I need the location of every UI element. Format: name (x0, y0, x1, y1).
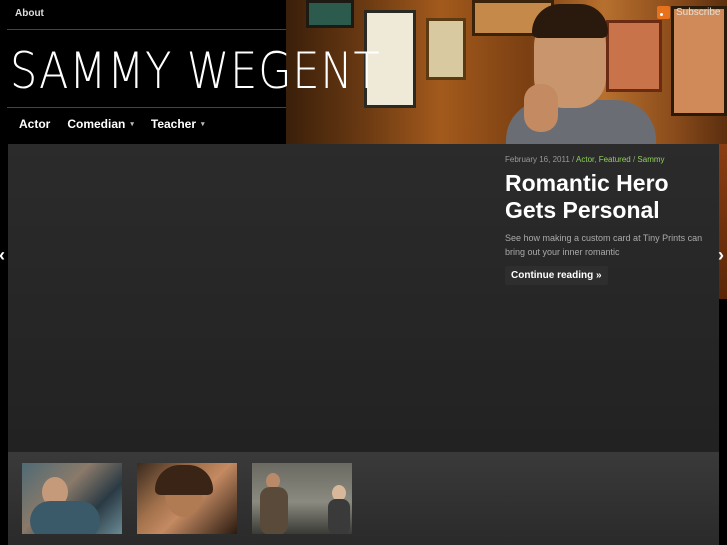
slider-prev-arrow-icon[interactable]: ‹ (0, 245, 5, 266)
main-nav: Actor Comedian ▾ Teacher ▾ (19, 117, 222, 131)
thumb-figure (155, 465, 213, 495)
post-date: February 16, 2011 (505, 155, 570, 164)
thumb-figure (260, 487, 288, 534)
category-link-featured[interactable]: Featured (599, 155, 631, 164)
person-hand (524, 84, 558, 132)
slider-thumbnail-3[interactable] (252, 463, 352, 534)
slider-thumbnail-1[interactable] (22, 463, 122, 534)
site-title[interactable]: SAMMY WEGENT (10, 42, 381, 100)
thumb-figure (328, 499, 350, 534)
thumb-figure (30, 501, 100, 534)
top-nav-about[interactable]: About (15, 8, 44, 19)
subscribe-label: Subscribe (676, 7, 721, 18)
wall-frame (426, 18, 466, 80)
featured-slider: February 16, 2011 / Actor, Featured / Sa… (8, 144, 719, 452)
nav-item-label: Teacher (150, 117, 197, 131)
nav-item-teacher[interactable]: Teacher ▾ (151, 117, 205, 131)
nav-item-comedian[interactable]: Comedian ▾ (67, 117, 134, 131)
thumbnail-strip (8, 452, 719, 545)
slider-next-arrow-icon[interactable]: › (718, 245, 724, 266)
post-title[interactable]: Romantic Hero Gets Personal (505, 170, 705, 224)
category-link-actor[interactable]: Actor (576, 155, 594, 164)
divider (7, 107, 286, 108)
chevron-down-icon: ▾ (201, 121, 205, 128)
rss-icon (657, 6, 670, 19)
background-edge (719, 144, 727, 299)
wall-frame (306, 0, 354, 28)
slider-thumbnail-2[interactable] (137, 463, 237, 534)
chevron-down-icon: ▾ (130, 121, 134, 128)
nav-item-label: Actor (19, 117, 51, 131)
subscribe-link[interactable]: Subscribe (657, 6, 720, 19)
divider (7, 29, 286, 30)
wall-frame (606, 20, 662, 92)
person-hair (532, 4, 608, 38)
wall-frame (671, 6, 727, 116)
post-meta: February 16, 2011 / Actor, Featured / Sa… (505, 155, 665, 164)
nav-item-label: Comedian (67, 117, 126, 131)
continue-reading-button[interactable]: Continue reading » (505, 266, 608, 285)
nav-item-actor[interactable]: Actor (19, 117, 50, 131)
author-link[interactable]: Sammy (637, 155, 664, 164)
post-excerpt: See how making a custom card at Tiny Pri… (505, 233, 703, 257)
